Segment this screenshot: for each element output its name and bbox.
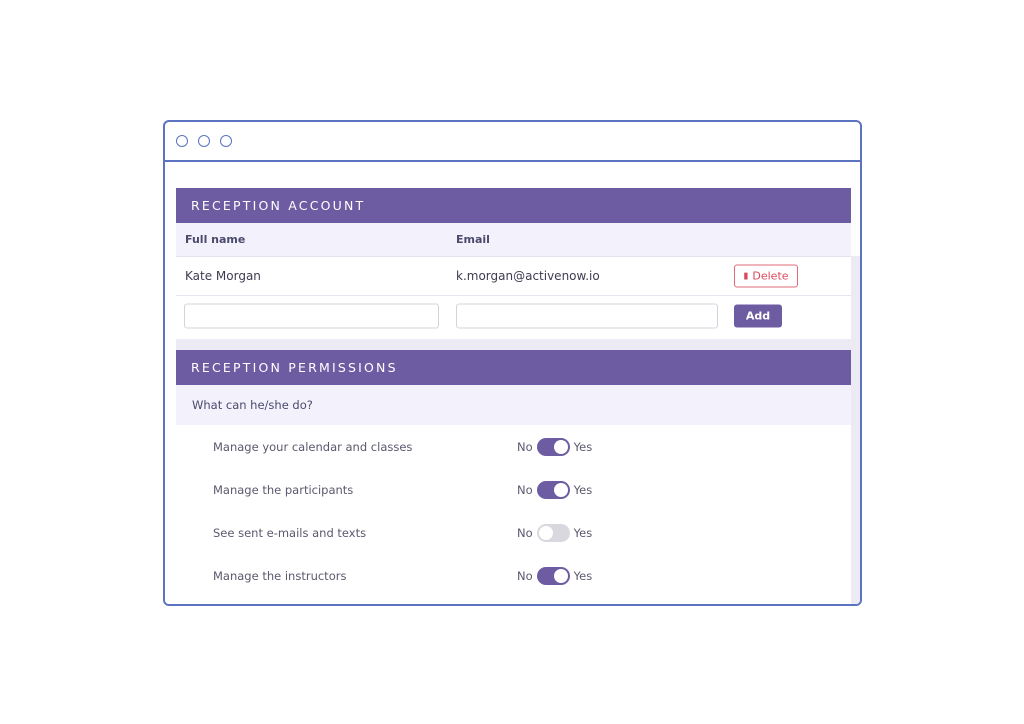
window-titlebar	[165, 122, 860, 162]
toggle-no-label: No	[517, 439, 533, 454]
permission-toggle-group: No Yes	[517, 566, 593, 585]
permission-label: See sent e-mails and texts	[213, 525, 367, 540]
toggle-knob	[553, 568, 568, 583]
trash-icon: ▮	[743, 271, 749, 281]
permissions-list: Manage your calendar and classes No Yes Man…	[176, 425, 851, 597]
section-header-account: RECEPTION ACCOUNT	[176, 188, 851, 223]
toggle-no-label: No	[517, 482, 533, 497]
content-area: RECEPTION ACCOUNT Full name Email Kate M…	[165, 162, 860, 604]
section-header-permissions: RECEPTION PERMISSIONS	[176, 350, 851, 385]
delete-button[interactable]: ▮ Delete	[734, 264, 798, 288]
table-row: Kate Morgan k.morgan@activenow.io ▮ Dele…	[176, 257, 851, 296]
permission-toggle[interactable]	[536, 480, 570, 499]
permission-toggle-group: No Yes	[517, 480, 593, 499]
window-control-dot[interactable]	[220, 135, 232, 147]
full-name-input[interactable]	[184, 303, 439, 329]
email-input[interactable]	[456, 303, 718, 329]
account-email: k.morgan@activenow.io	[456, 269, 600, 283]
permission-toggle[interactable]	[536, 437, 570, 456]
app-window: RECEPTION ACCOUNT Full name Email Kate M…	[163, 120, 862, 606]
window-control-dot[interactable]	[198, 135, 210, 147]
permissions-question: What can he/she do?	[176, 385, 851, 425]
toggle-yes-label: Yes	[573, 439, 593, 454]
column-header-full-name: Full name	[185, 233, 246, 246]
permission-label: Manage the instructors	[213, 568, 347, 583]
toggle-yes-label: Yes	[573, 482, 593, 497]
account-name: Kate Morgan	[185, 269, 261, 283]
permission-toggle-group: No Yes	[517, 523, 593, 542]
toggle-knob	[538, 525, 553, 540]
window-control-dot[interactable]	[176, 135, 188, 147]
toggle-knob	[553, 439, 568, 454]
reception-account-panel: RECEPTION ACCOUNT Full name Email Kate M…	[176, 188, 851, 339]
toggle-yes-label: Yes	[573, 568, 593, 583]
section-divider	[176, 339, 851, 350]
permission-row: Manage your calendar and classes No Yes	[176, 425, 851, 468]
new-account-row: Add	[176, 296, 851, 336]
toggle-knob	[553, 482, 568, 497]
delete-label: Delete	[752, 269, 789, 283]
toggle-yes-label: Yes	[573, 525, 593, 540]
toggle-no-label: No	[517, 568, 533, 583]
permission-toggle[interactable]	[536, 523, 570, 542]
toggle-no-label: No	[517, 525, 533, 540]
column-header-email: Email	[456, 233, 490, 246]
permission-row: Manage the participants No Yes	[176, 468, 851, 511]
account-column-headers: Full name Email	[176, 223, 851, 257]
permission-label: Manage your calendar and classes	[213, 439, 413, 454]
permission-toggle-group: No Yes	[517, 437, 593, 456]
reception-permissions-panel: RECEPTION PERMISSIONS What can he/she do…	[176, 350, 851, 604]
permission-row: Manage the instructors No Yes	[176, 554, 851, 597]
permission-label: Manage the participants	[213, 482, 354, 497]
scroll-gutter	[851, 256, 860, 604]
permission-row: See sent e-mails and texts No Yes	[176, 511, 851, 554]
add-button[interactable]: Add	[734, 304, 782, 328]
permission-toggle[interactable]	[536, 566, 570, 585]
